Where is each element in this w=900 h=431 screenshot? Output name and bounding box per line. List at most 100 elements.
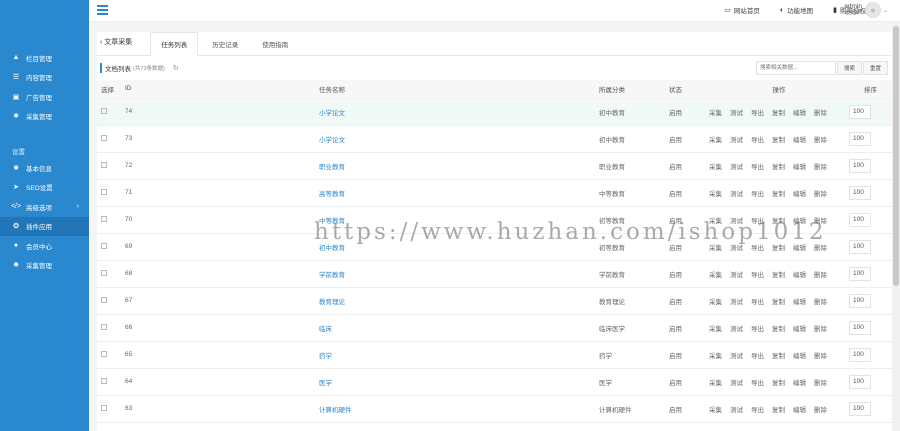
op-button[interactable]: 采集 bbox=[709, 407, 722, 414]
sidebar-item-seo[interactable]: ➤ SEO设置 bbox=[0, 178, 89, 198]
op-button[interactable]: 删除 bbox=[814, 137, 827, 144]
op-button[interactable]: 导出 bbox=[751, 353, 764, 360]
back-button[interactable]: ‹ 文章采集 bbox=[100, 37, 132, 55]
sidebar-item-content[interactable]: ☰ 内容管理 bbox=[0, 68, 89, 88]
table-row[interactable]: 69 初中教育 初等教育 启用 采集 测试 导出 复制 编辑 删除 bbox=[97, 233, 892, 261]
op-button[interactable]: 测试 bbox=[730, 353, 743, 360]
op-button[interactable]: 导出 bbox=[751, 164, 764, 171]
row-checkbox[interactable] bbox=[101, 161, 107, 168]
order-input[interactable] bbox=[849, 212, 871, 227]
op-button[interactable]: 采集 bbox=[709, 299, 722, 306]
search-button[interactable]: 搜索 bbox=[836, 61, 862, 75]
table-row[interactable]: 71 高等教育 中等教育 启用 采集 测试 导出 复制 编辑 删除 bbox=[97, 179, 892, 207]
op-button[interactable]: 测试 bbox=[730, 407, 743, 414]
op-button[interactable]: 采集 bbox=[709, 326, 722, 333]
order-input[interactable] bbox=[849, 293, 871, 308]
op-button[interactable]: 编辑 bbox=[793, 326, 806, 333]
sidebar-item-ads[interactable]: ▣ 广告管理 bbox=[0, 87, 89, 107]
op-button[interactable]: 测试 bbox=[730, 110, 743, 117]
op-button[interactable]: 测试 bbox=[730, 380, 743, 387]
tab-task-list[interactable]: 任务列表 bbox=[150, 32, 199, 56]
op-button[interactable]: 导出 bbox=[751, 110, 764, 117]
op-button[interactable]: 采集 bbox=[709, 110, 722, 117]
op-button[interactable]: 采集 bbox=[709, 137, 722, 144]
op-button[interactable]: 删除 bbox=[814, 164, 827, 171]
row-name[interactable]: 高等教育 bbox=[319, 191, 345, 198]
row-name[interactable]: 小学论文 bbox=[319, 137, 345, 144]
op-button[interactable]: 删除 bbox=[814, 245, 827, 252]
op-button[interactable]: 导出 bbox=[751, 245, 764, 252]
op-button[interactable]: 导出 bbox=[751, 218, 764, 225]
op-button[interactable]: 删除 bbox=[814, 299, 827, 306]
op-button[interactable]: 编辑 bbox=[793, 407, 806, 414]
order-input[interactable] bbox=[849, 401, 871, 416]
table-row[interactable]: 70 中等教育 初等教育 启用 采集 测试 导出 复制 编辑 删除 bbox=[97, 206, 892, 234]
refresh-icon[interactable]: ↻ bbox=[173, 64, 179, 72]
op-button[interactable]: 复制 bbox=[772, 218, 785, 225]
op-button[interactable]: 编辑 bbox=[793, 272, 806, 279]
row-checkbox[interactable] bbox=[101, 404, 107, 411]
row-checkbox[interactable] bbox=[101, 215, 107, 222]
row-checkbox[interactable] bbox=[101, 242, 107, 249]
op-button[interactable]: 测试 bbox=[730, 137, 743, 144]
sidebar-item-basic-info[interactable]: ✹ 基本信息 bbox=[0, 158, 89, 178]
op-button[interactable]: 复制 bbox=[772, 164, 785, 171]
table-row[interactable]: 63 计算机硬件 计算机硬件 启用 采集 测试 导出 复制 编辑 删除 bbox=[97, 395, 892, 423]
op-button[interactable]: 编辑 bbox=[793, 299, 806, 306]
row-checkbox[interactable] bbox=[101, 269, 107, 276]
row-checkbox[interactable] bbox=[101, 377, 107, 384]
op-button[interactable]: 采集 bbox=[709, 164, 722, 171]
op-button[interactable]: 测试 bbox=[730, 245, 743, 252]
op-button[interactable]: 复制 bbox=[772, 110, 785, 117]
order-input[interactable] bbox=[849, 347, 871, 362]
op-button[interactable]: 导出 bbox=[751, 326, 764, 333]
op-button[interactable]: 测试 bbox=[730, 191, 743, 198]
hamburger-menu-icon[interactable] bbox=[97, 5, 108, 15]
table-row[interactable]: 66 临床 临床医学 启用 采集 测试 导出 复制 编辑 删除 bbox=[97, 314, 892, 342]
op-button[interactable]: 导出 bbox=[751, 407, 764, 414]
op-button[interactable]: 复制 bbox=[772, 272, 785, 279]
op-button[interactable]: 复制 bbox=[772, 380, 785, 387]
op-button[interactable]: 导出 bbox=[751, 299, 764, 306]
sidebar-item-collect-settings[interactable]: ✹ 采集管理 bbox=[0, 256, 89, 276]
row-name[interactable]: 药学 bbox=[319, 353, 332, 360]
order-input[interactable] bbox=[849, 158, 871, 173]
top-link-map[interactable]: ◐ 功能地图 bbox=[780, 5, 813, 16]
scrollbar-thumb[interactable] bbox=[893, 26, 899, 286]
op-button[interactable]: 复制 bbox=[772, 299, 785, 306]
op-button[interactable]: 编辑 bbox=[793, 245, 806, 252]
search-input[interactable] bbox=[756, 61, 836, 75]
row-name[interactable]: 临床 bbox=[319, 326, 332, 333]
table-row[interactable]: 64 医学 医学 启用 采集 测试 导出 复制 编辑 删除 bbox=[97, 368, 892, 396]
row-checkbox[interactable] bbox=[101, 107, 107, 114]
op-button[interactable]: 删除 bbox=[814, 353, 827, 360]
row-name[interactable]: 小学论文 bbox=[319, 110, 345, 117]
op-button[interactable]: 采集 bbox=[709, 191, 722, 198]
row-name[interactable]: 初中教育 bbox=[319, 245, 345, 252]
order-input[interactable] bbox=[849, 104, 871, 119]
op-button[interactable]: 测试 bbox=[730, 218, 743, 225]
table-row[interactable]: 74 小学论文 初中教育 启用 采集 测试 导出 复制 编辑 删除 bbox=[97, 98, 892, 126]
op-button[interactable]: 复制 bbox=[772, 245, 785, 252]
op-button[interactable]: 导出 bbox=[751, 191, 764, 198]
order-input[interactable] bbox=[849, 266, 871, 281]
sidebar-item-plugins[interactable]: ❂ 插件应用 bbox=[0, 216, 89, 236]
row-name[interactable]: 医学 bbox=[319, 380, 332, 387]
table-row[interactable]: 68 学前教育 学前教育 启用 采集 测试 导出 复制 编辑 删除 bbox=[97, 260, 892, 288]
op-button[interactable]: 编辑 bbox=[793, 164, 806, 171]
table-row[interactable]: 67 教育理论 教育理论 启用 采集 测试 导出 复制 编辑 删除 bbox=[97, 287, 892, 315]
row-name[interactable]: 教育理论 bbox=[319, 299, 345, 306]
op-button[interactable]: 复制 bbox=[772, 353, 785, 360]
op-button[interactable]: 采集 bbox=[709, 272, 722, 279]
order-input[interactable] bbox=[849, 131, 871, 146]
op-button[interactable]: 编辑 bbox=[793, 191, 806, 198]
op-button[interactable]: 复制 bbox=[772, 137, 785, 144]
op-button[interactable]: 测试 bbox=[730, 164, 743, 171]
op-button[interactable]: 复制 bbox=[772, 191, 785, 198]
row-name[interactable]: 中等教育 bbox=[319, 218, 345, 225]
table-row[interactable]: 73 小学论文 初中教育 启用 采集 测试 导出 复制 编辑 删除 bbox=[97, 125, 892, 153]
row-checkbox[interactable] bbox=[101, 323, 107, 330]
sidebar-item-members[interactable]: ● 会员中心 bbox=[0, 236, 89, 256]
op-button[interactable]: 删除 bbox=[814, 110, 827, 117]
op-button[interactable]: 复制 bbox=[772, 407, 785, 414]
